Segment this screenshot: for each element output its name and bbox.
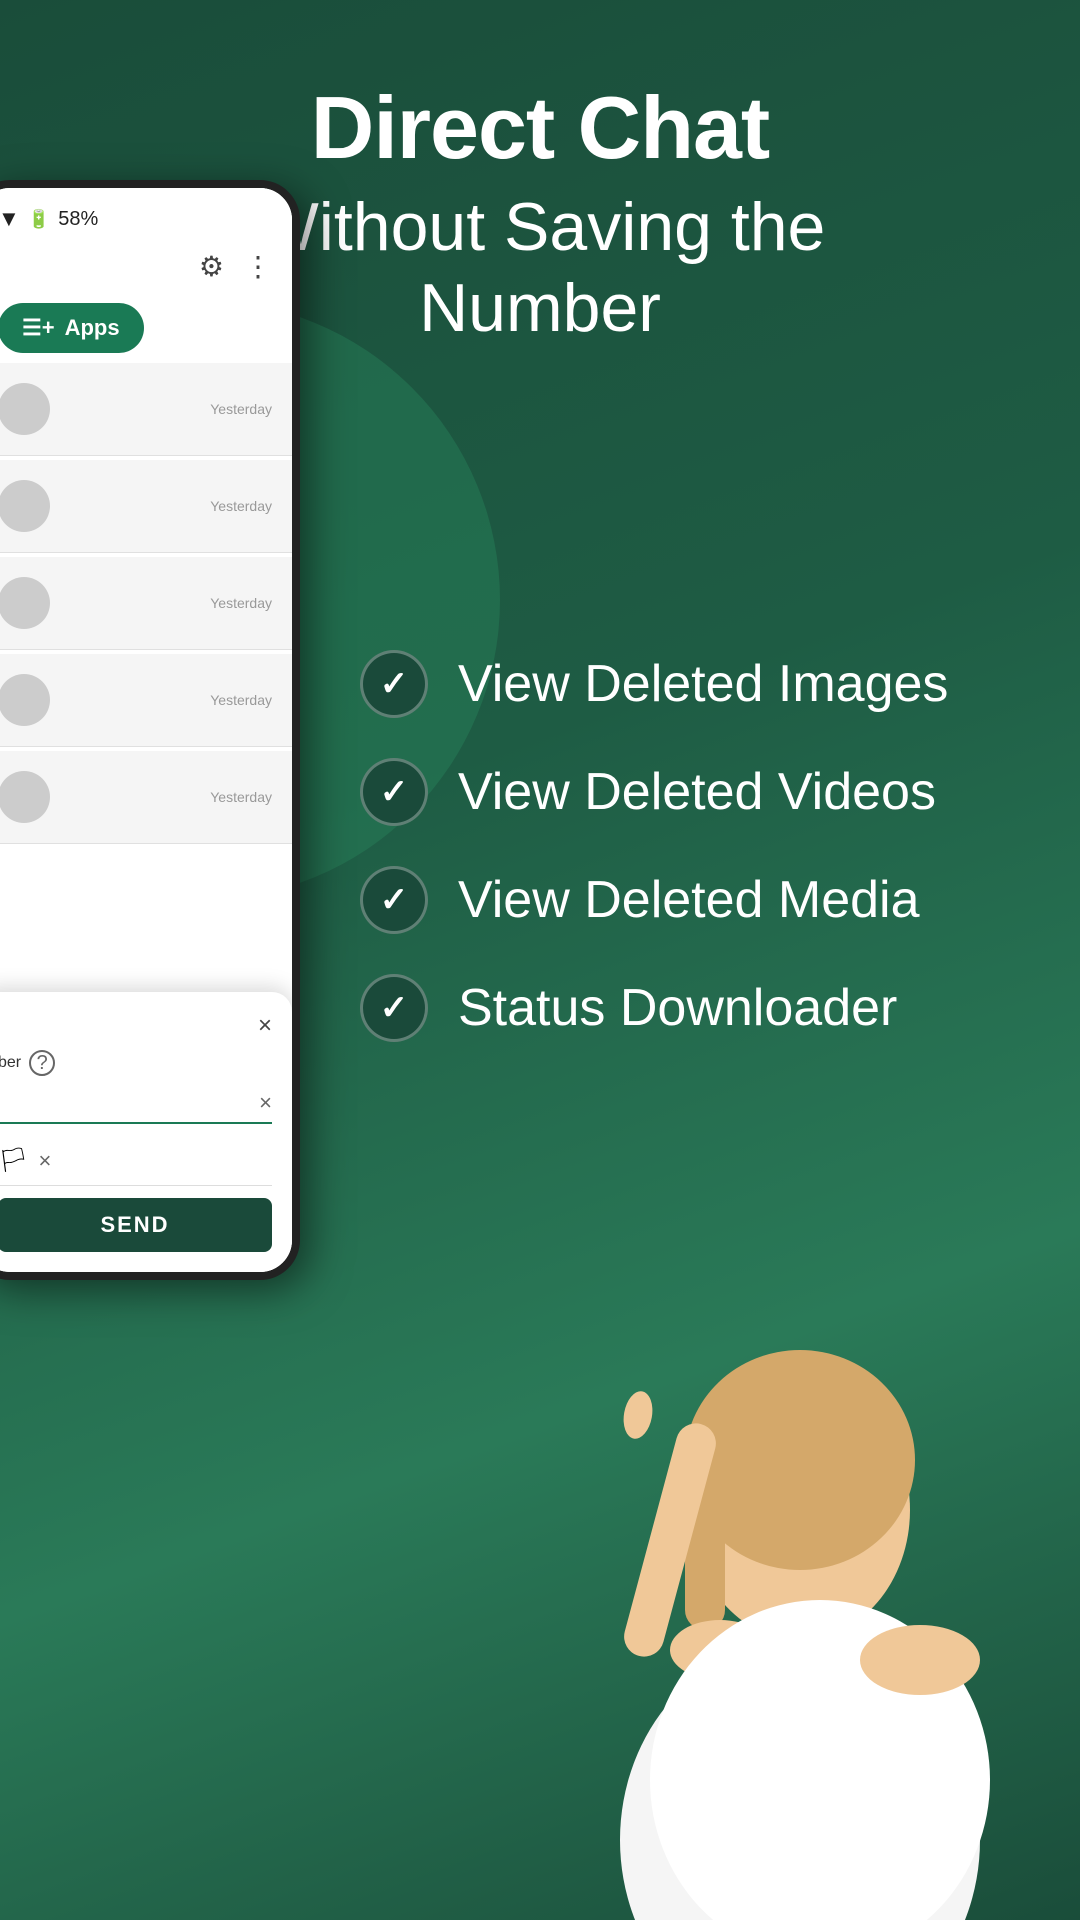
flag-clear-icon[interactable]: × bbox=[38, 1148, 51, 1174]
wifi-icon: ▼ bbox=[0, 206, 20, 232]
dialog-input-row: × bbox=[0, 1084, 272, 1124]
phone-number-input[interactable] bbox=[0, 1093, 259, 1114]
feature-item-4: ✓ Status Downloader bbox=[360, 974, 1040, 1042]
dialog-number-label: ber ? bbox=[0, 1050, 272, 1076]
checkmark: ✓ bbox=[380, 664, 409, 704]
chat-time: Yesterday bbox=[210, 498, 272, 514]
battery-icon: 🔋 bbox=[28, 209, 50, 230]
apps-button-label: Apps bbox=[65, 315, 120, 341]
country-flag: 🏳 bbox=[0, 1146, 28, 1175]
chat-time: Yesterday bbox=[210, 595, 272, 611]
woman-svg bbox=[520, 1220, 1080, 1920]
chat-item[interactable]: Yesterday bbox=[0, 557, 292, 650]
feature-check-icon: ✓ bbox=[360, 866, 428, 934]
feature-item-2: ✓ View Deleted Videos bbox=[360, 758, 1040, 826]
checkmark: ✓ bbox=[380, 988, 409, 1028]
dialog-header: × bbox=[0, 1012, 272, 1040]
feature-label: View Deleted Videos bbox=[458, 762, 936, 822]
avatar bbox=[0, 383, 50, 435]
status-left: ▼ 🔋 58% bbox=[0, 206, 98, 232]
phone-mockup: ▼ 🔋 58% ⚙ ⋮ ☰+ Apps bbox=[0, 180, 300, 1280]
number-label-text: ber bbox=[0, 1054, 21, 1072]
chat-item[interactable]: Yesterday bbox=[0, 751, 292, 844]
feature-check-icon: ✓ bbox=[360, 650, 428, 718]
battery-percent: 58% bbox=[58, 208, 98, 231]
chat-time: Yesterday bbox=[210, 401, 272, 417]
feature-label: View Deleted Media bbox=[458, 870, 920, 930]
chat-list: Yesterday Yesterday Ye bbox=[0, 363, 292, 844]
chat-info bbox=[64, 699, 196, 702]
avatar bbox=[0, 577, 50, 629]
avatar bbox=[0, 480, 50, 532]
feature-check-icon: ✓ bbox=[360, 758, 428, 826]
chat-item[interactable]: Yesterday bbox=[0, 460, 292, 553]
direct-chat-dialog: × ber ? × 🏳 × SEND bbox=[0, 992, 292, 1272]
chat-item[interactable]: Yesterday bbox=[0, 654, 292, 747]
avatar bbox=[0, 674, 50, 726]
phone-status-bar: ▼ 🔋 58% bbox=[0, 188, 292, 240]
feature-item-1: ✓ View Deleted Images bbox=[360, 650, 1040, 718]
feature-label: Status Downloader bbox=[458, 978, 897, 1038]
feature-item-3: ✓ View Deleted Media bbox=[360, 866, 1040, 934]
chat-info bbox=[64, 408, 196, 411]
chat-info bbox=[64, 602, 196, 605]
feature-check-icon: ✓ bbox=[360, 974, 428, 1042]
avatar bbox=[0, 771, 50, 823]
apps-button-icon: ☰+ bbox=[22, 315, 55, 341]
chat-info bbox=[64, 796, 196, 799]
chat-time: Yesterday bbox=[210, 692, 272, 708]
more-options-icon[interactable]: ⋮ bbox=[244, 250, 272, 283]
checkmark: ✓ bbox=[380, 772, 409, 812]
checkmark: ✓ bbox=[380, 880, 409, 920]
input-clear-icon[interactable]: × bbox=[259, 1090, 272, 1116]
send-button[interactable]: SEND bbox=[0, 1198, 272, 1252]
features-section: ✓ View Deleted Images ✓ View Deleted Vid… bbox=[360, 650, 1040, 1082]
chat-info bbox=[64, 505, 196, 508]
phone-app-bar: ⚙ ⋮ bbox=[0, 240, 292, 293]
main-content: Direct Chat Without Saving theNumber ▼ 🔋… bbox=[0, 0, 1080, 1920]
woman-image bbox=[520, 1220, 1080, 1920]
chat-time: Yesterday bbox=[210, 789, 272, 805]
dialog-close-button[interactable]: × bbox=[258, 1012, 272, 1040]
gear-icon[interactable]: ⚙ bbox=[199, 250, 224, 283]
apps-button[interactable]: ☰+ Apps bbox=[0, 303, 144, 353]
help-icon[interactable]: ? bbox=[29, 1050, 55, 1076]
chat-item[interactable]: Yesterday bbox=[0, 363, 292, 456]
main-title: Direct Chat bbox=[60, 80, 1020, 177]
phone-inner: ▼ 🔋 58% ⚙ ⋮ ☰+ Apps bbox=[0, 188, 292, 1272]
dialog-flag-row: 🏳 × bbox=[0, 1136, 272, 1186]
feature-label: View Deleted Images bbox=[458, 654, 948, 714]
